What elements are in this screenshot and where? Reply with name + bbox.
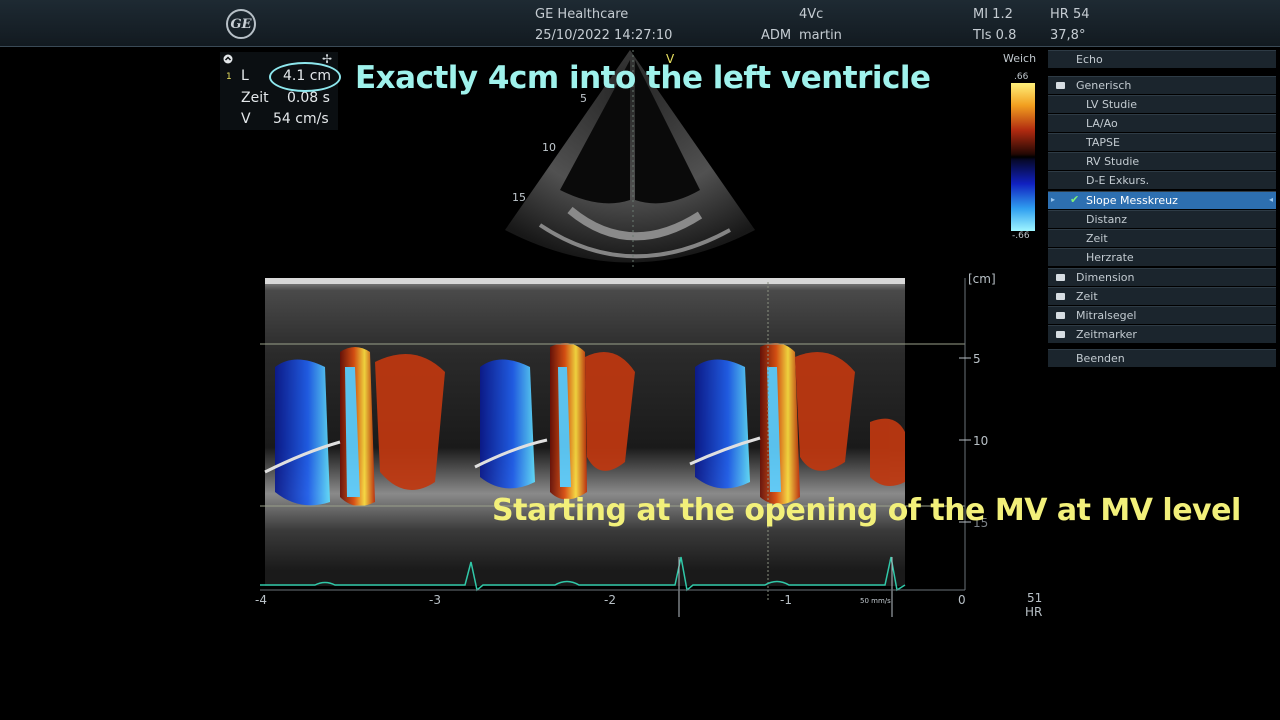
- menu-item-zeit[interactable]: Zeit: [1048, 229, 1276, 247]
- time-tick-minus4: -4: [255, 593, 267, 607]
- depth-unit-label: [cm]: [968, 272, 996, 286]
- menu-folder-zeit[interactable]: Zeit: [1048, 287, 1276, 305]
- heart-rate: HR 54: [1050, 7, 1090, 22]
- folder-open-icon: [1056, 82, 1065, 89]
- exam-datetime: 25/10/2022 14:27:10: [535, 28, 673, 43]
- menu-beenden-button[interactable]: Beenden: [1048, 349, 1276, 367]
- probe-name: 4Vc: [799, 7, 824, 22]
- menu-echo[interactable]: Echo: [1048, 50, 1276, 68]
- ecg-hr-label: HR: [1025, 605, 1043, 619]
- menu-folder-zeitmarker[interactable]: Zeitmarker: [1048, 325, 1276, 343]
- annotation-bottom: Starting at the opening of the MV at MV …: [492, 493, 1241, 528]
- arrow-left-icon: ▸: [1051, 195, 1056, 204]
- measurement-label-length: L: [241, 68, 249, 84]
- colorbar-title: Weich: [1003, 52, 1037, 65]
- colorbar-bottom-label: -.66: [1012, 231, 1030, 241]
- menu-folder-mitralsegel[interactable]: Mitralsegel: [1048, 306, 1276, 324]
- ecg-hr-value: 51: [1027, 591, 1043, 605]
- user-prefix: ADM: [761, 28, 792, 43]
- highlight-oval: [269, 62, 341, 92]
- menu-item-de-exkurs[interactable]: D-E Exkurs.: [1048, 171, 1276, 189]
- vendor-name: GE Healthcare: [535, 7, 629, 22]
- folder-icon: [1056, 274, 1065, 281]
- sector-depth-10: 10: [542, 141, 556, 154]
- menu-item-slope-messkreuz[interactable]: ▸ ✔ Slope Messkreuz ◂: [1048, 191, 1276, 209]
- menu-item-la-ao[interactable]: LA/Ao: [1048, 114, 1276, 132]
- folder-icon: [1056, 293, 1065, 300]
- depth-tick-10: 10: [973, 434, 989, 448]
- time-tick-minus2: -2: [604, 593, 616, 607]
- measurement-value-time: 0.08 s: [287, 90, 330, 106]
- measurement-index: 1: [226, 72, 232, 82]
- folder-icon: [1056, 331, 1065, 338]
- time-tick-0: 0: [958, 593, 966, 607]
- menu-folder-dimension[interactable]: Dimension: [1048, 268, 1276, 286]
- measurement-label-velocity: V: [241, 111, 251, 127]
- menu-item-tapse[interactable]: TAPSE: [1048, 133, 1276, 151]
- thermal-index: TIs 0.8: [973, 28, 1017, 43]
- menu-item-distanz[interactable]: Distanz: [1048, 210, 1276, 228]
- sweep-speed: 50 mm/s: [860, 597, 891, 605]
- check-icon: ✔: [1070, 193, 1080, 206]
- depth-tick-5: 5: [973, 352, 981, 366]
- folder-icon: [1056, 312, 1065, 319]
- menu-item-lv-studie[interactable]: LV Studie: [1048, 95, 1276, 113]
- time-tick-minus1: -1: [780, 593, 792, 607]
- temperature: 37,8°: [1050, 28, 1086, 43]
- menu-folder-generisch[interactable]: Generisch: [1048, 76, 1276, 94]
- menu-item-rv-studie[interactable]: RV Studie: [1048, 152, 1276, 170]
- measurement-label-time: Zeit: [241, 90, 269, 106]
- user-name: martin: [799, 28, 842, 43]
- ge-logo: GE: [226, 9, 256, 39]
- color-mmode-image: [260, 278, 971, 617]
- annotation-top: Exactly 4cm into the left ventricle: [355, 60, 931, 96]
- menu-item-herzrate[interactable]: Herzrate: [1048, 248, 1276, 266]
- collapse-icon[interactable]: [223, 54, 233, 64]
- arrow-right-icon: ◂: [1268, 195, 1273, 204]
- time-tick-minus3: -3: [429, 593, 441, 607]
- mechanical-index: MI 1.2: [973, 7, 1013, 22]
- colorbar-top-label: .66: [1014, 72, 1029, 82]
- top-status-bar: GE GE Healthcare 25/10/2022 14:27:10 4Vc…: [0, 0, 1280, 47]
- color-scale-bar: [1011, 83, 1035, 231]
- sector-depth-15: 15: [512, 191, 526, 204]
- measurement-value-velocity: 54 cm/s: [273, 111, 329, 127]
